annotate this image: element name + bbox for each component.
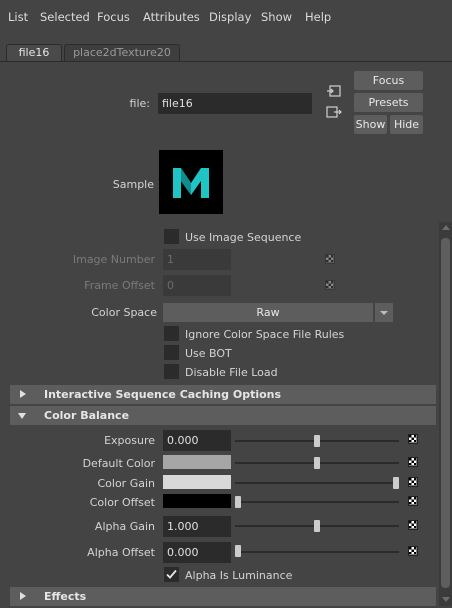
section-color-balance-title: Color Balance	[44, 409, 130, 422]
file-name-field[interactable]: file16	[158, 93, 312, 114]
menu-focus[interactable]: Focus	[97, 10, 130, 24]
sample-label: Sample	[112, 178, 154, 191]
alpha-offset-map-icon[interactable]	[408, 546, 418, 556]
hide-button[interactable]: Hide	[390, 115, 423, 134]
section-effects[interactable]: Effects	[10, 587, 436, 606]
output-connection-icon[interactable]	[326, 105, 342, 119]
input-connection-icon[interactable]	[326, 84, 342, 98]
color-offset-slider-handle[interactable]	[235, 496, 241, 508]
image-number-map-icon[interactable]	[325, 254, 335, 264]
ignore-color-space-rules-checkbox[interactable]	[164, 326, 179, 341]
expanded-triangle-icon	[18, 413, 26, 419]
alpha-gain-map-icon[interactable]	[408, 520, 418, 530]
exposure-field[interactable]: 0.000	[163, 430, 231, 451]
use-bot-label: Use BOT	[185, 347, 232, 360]
sample-swatch	[159, 150, 223, 214]
alpha-gain-slider-handle[interactable]	[314, 520, 320, 532]
section-caching-options[interactable]: Interactive Sequence Caching Options	[10, 385, 436, 404]
color-gain-slider-track[interactable]	[235, 482, 399, 484]
menu-attributes[interactable]: Attributes	[143, 10, 200, 24]
use-image-sequence-label: Use Image Sequence	[185, 231, 302, 244]
alpha-is-luminance-checkbox[interactable]	[164, 567, 179, 582]
section-effects-title: Effects	[44, 590, 87, 603]
menu-list[interactable]: List	[8, 10, 28, 24]
image-number-field[interactable]: 1	[163, 249, 231, 270]
scrollbar-thumb[interactable]	[441, 238, 450, 588]
color-space-label: Color Space	[91, 306, 157, 319]
default-color-label: Default Color	[82, 457, 155, 470]
exposure-slider-handle[interactable]	[314, 435, 320, 447]
alpha-offset-field[interactable]: 0.000	[163, 542, 231, 563]
exposure-map-icon[interactable]	[408, 434, 418, 444]
focus-button[interactable]: Focus	[354, 71, 423, 90]
default-color-map-icon[interactable]	[408, 457, 418, 467]
alpha-offset-label: Alpha Offset	[87, 546, 155, 559]
frame-offset-label: Frame Offset	[84, 279, 155, 292]
maya-logo-icon	[173, 168, 209, 198]
use-image-sequence-checkbox[interactable]	[164, 229, 179, 244]
menu-show[interactable]: Show	[261, 10, 292, 24]
collapsed-triangle-icon	[20, 390, 26, 398]
chevron-down-icon	[380, 311, 388, 315]
color-offset-slider-track[interactable]	[235, 501, 399, 503]
ignore-color-space-rules-label: Ignore Color Space File Rules	[185, 328, 345, 341]
image-number-label: Image Number	[72, 253, 155, 266]
default-color-slider-handle[interactable]	[314, 457, 320, 469]
alpha-gain-field[interactable]: 1.000	[163, 516, 231, 537]
alpha-offset-slider-track[interactable]	[235, 551, 399, 553]
section-color-balance[interactable]: Color Balance	[10, 406, 436, 425]
collapsed-triangle-icon	[20, 592, 26, 600]
disable-file-load-checkbox[interactable]	[164, 364, 179, 379]
menu-help[interactable]: Help	[305, 10, 331, 24]
color-gain-slider-handle[interactable]	[393, 477, 399, 489]
scroll-up-arrow-icon[interactable]	[442, 225, 450, 230]
color-gain-label: Color Gain	[97, 477, 155, 490]
section-caching-title: Interactive Sequence Caching Options	[44, 388, 282, 401]
tab-file16[interactable]: file16	[6, 44, 62, 62]
frame-offset-field[interactable]: 0	[163, 275, 231, 296]
color-offset-swatch[interactable]	[163, 494, 231, 508]
color-gain-swatch[interactable]	[163, 475, 231, 489]
alpha-gain-label: Alpha Gain	[94, 520, 155, 533]
tab-divider	[0, 61, 452, 62]
color-offset-map-icon[interactable]	[408, 496, 418, 506]
presets-button[interactable]: Presets	[354, 93, 423, 112]
scroll-down-arrow-icon[interactable]	[442, 597, 450, 602]
tab-place2dtexture20[interactable]: place2dTexture20	[64, 44, 180, 62]
frame-offset-map-icon[interactable]	[325, 280, 335, 290]
alpha-is-luminance-label: Alpha Is Luminance	[185, 569, 293, 582]
show-button[interactable]: Show	[354, 115, 387, 134]
use-bot-checkbox[interactable]	[164, 345, 179, 360]
color-space-dropdown-arrow[interactable]	[375, 303, 393, 322]
default-color-swatch[interactable]	[163, 455, 231, 469]
file-label: file:	[129, 97, 150, 110]
alpha-offset-slider-handle[interactable]	[235, 545, 241, 557]
menu-selected[interactable]: Selected	[40, 10, 90, 24]
color-space-dropdown[interactable]: Raw	[163, 303, 373, 322]
exposure-label: Exposure	[104, 434, 155, 447]
disable-file-load-label: Disable File Load	[185, 366, 278, 379]
checkmark-icon	[166, 569, 177, 579]
menu-display[interactable]: Display	[209, 10, 251, 24]
color-offset-label: Color Offset	[89, 496, 155, 509]
color-gain-map-icon[interactable]	[408, 477, 418, 487]
